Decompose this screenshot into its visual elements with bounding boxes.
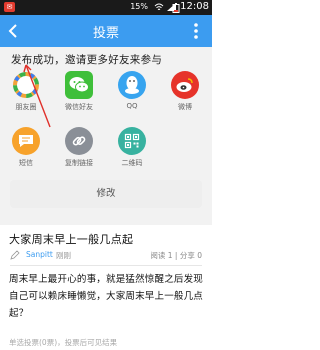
modify-button[interactable]: 修改 <box>10 180 202 208</box>
divider <box>10 265 202 266</box>
annotation-arrow-icon <box>23 64 51 128</box>
post-body: 周末早上最开心的事，就是猛然惊醒之后发现自己可以赖床睡懒觉，大家周末早上一般几点… <box>9 274 204 319</box>
share-label: 二维码 <box>121 159 143 167</box>
share-label: 短信 <box>19 159 33 167</box>
author-row: Sanpitt 刚刚 阅读 1 | 分享 0 <box>10 249 202 263</box>
status-bar: ✉ 15% 12:08 <box>0 0 212 15</box>
post-stats: 阅读 1 | 分享 0 <box>150 251 202 260</box>
status-time: 12:08 <box>180 1 209 12</box>
share-label: 复制链接 <box>65 159 93 167</box>
author-name[interactable]: Sanpitt <box>26 250 53 259</box>
post-time: 刚刚 <box>56 251 71 260</box>
app-bar: 投票 <box>0 15 212 47</box>
wifi-icon <box>154 3 164 11</box>
more-options-icon[interactable] <box>186 20 206 42</box>
notification-icon: ✉ <box>4 2 15 12</box>
battery-percent: 15% <box>130 2 148 11</box>
battery-icon <box>172 3 180 13</box>
vote-note: 单选投票(0票)，投票后可见结果 <box>9 338 118 347</box>
edit-icon <box>10 250 20 260</box>
page-title: 投票 <box>92 26 119 41</box>
post-title: 大家周末早上一般几点起 <box>9 233 134 246</box>
